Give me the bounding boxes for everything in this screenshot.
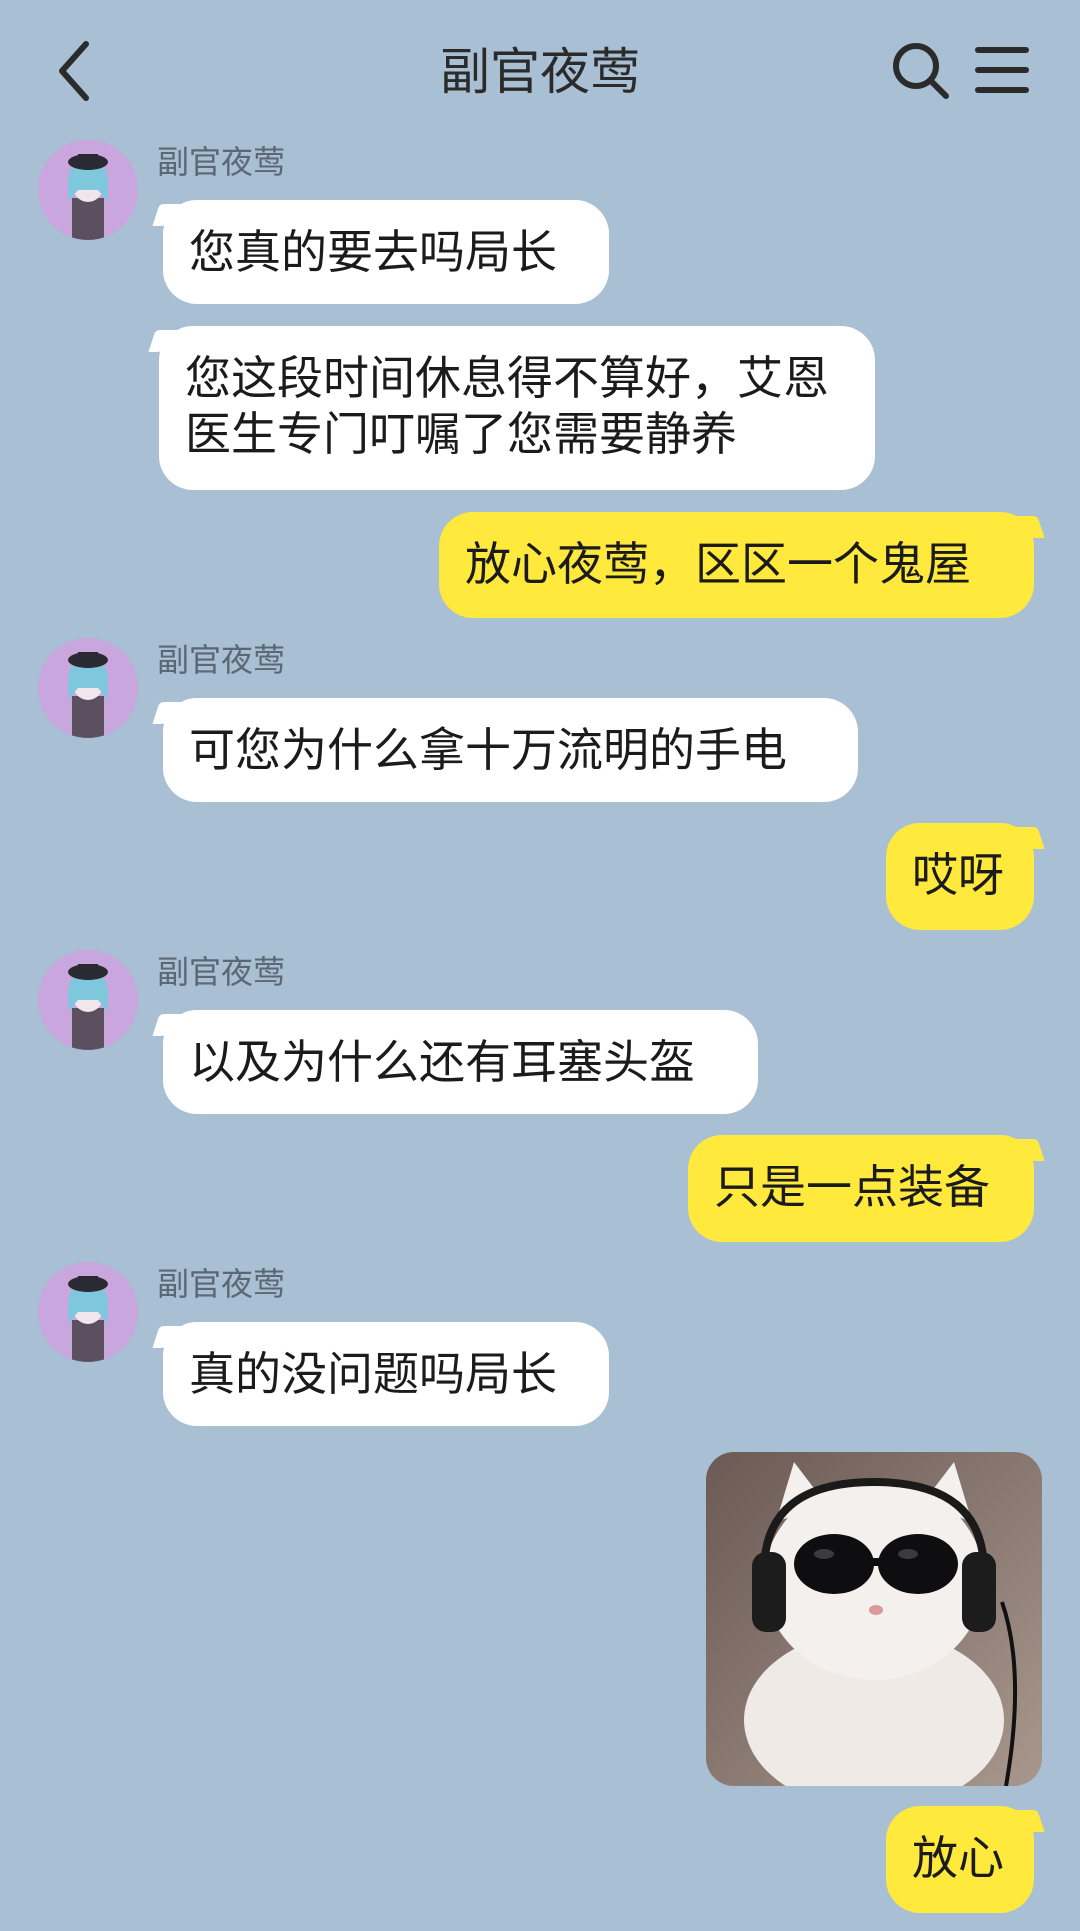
avatar-portrait-icon — [38, 950, 138, 1050]
message-bubble-incoming[interactable]: 真的没问题吗局长 — [163, 1322, 609, 1426]
message-bubble-incoming[interactable]: 以及为什么还有耳塞头盔 — [163, 1010, 758, 1114]
search-button[interactable] — [890, 40, 952, 102]
avatar[interactable] — [38, 638, 138, 738]
avatar[interactable] — [38, 140, 138, 240]
message-bubble-incoming[interactable]: 您真的要去吗局长 — [163, 200, 609, 304]
sticker-image[interactable] — [706, 1452, 1042, 1786]
message-bubble-outgoing[interactable]: 哎呀 — [886, 823, 1034, 930]
message-bubble-outgoing[interactable]: 只是一点装备 — [688, 1135, 1034, 1242]
sender-name: 副官夜莺 — [157, 953, 286, 991]
cat-with-sunglasses-sticker — [706, 1452, 1042, 1786]
menu-icon — [975, 47, 1029, 93]
search-icon — [893, 43, 949, 99]
sender-name: 副官夜莺 — [157, 1265, 286, 1303]
avatar[interactable] — [38, 950, 138, 1050]
message-bubble-incoming[interactable]: 可您为什么拿十万流明的手电 — [163, 698, 858, 802]
message-bubble-outgoing[interactable]: 放心夜莺，区区一个鬼屋 — [439, 512, 1034, 618]
message-bubble-incoming[interactable]: 您这段时间休息得不算好，艾恩医生专门叮嘱了您需要静养 — [159, 326, 875, 490]
menu-button[interactable] — [974, 44, 1030, 96]
avatar-portrait-icon — [38, 1262, 138, 1362]
avatar[interactable] — [38, 1262, 138, 1362]
avatar-portrait-icon — [38, 638, 138, 738]
chat-header: 副官夜莺 — [0, 0, 1080, 140]
avatar-portrait-icon — [38, 140, 138, 240]
message-bubble-outgoing[interactable]: 放心 — [886, 1806, 1034, 1913]
sender-name: 副官夜莺 — [157, 143, 286, 181]
sender-name: 副官夜莺 — [157, 641, 286, 679]
